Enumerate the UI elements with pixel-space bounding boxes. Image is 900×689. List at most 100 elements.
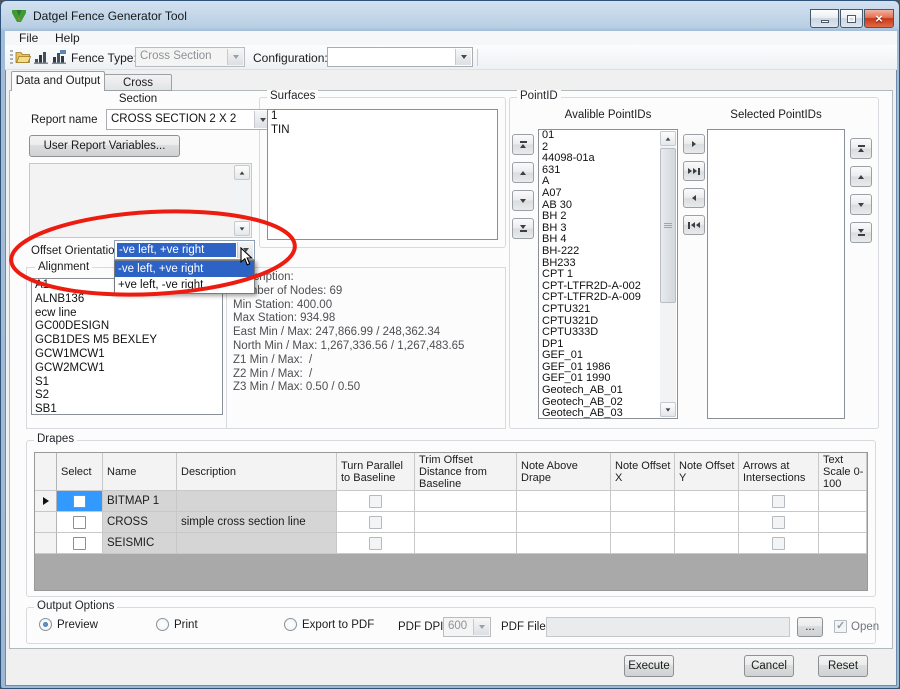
- cancel-button[interactable]: Cancel: [744, 655, 794, 677]
- column-header-note-above-drape[interactable]: Note Above Drape: [517, 453, 611, 491]
- available-move-top-button[interactable]: [512, 134, 534, 155]
- checkbox[interactable]: [772, 537, 785, 550]
- checkbox[interactable]: [73, 495, 86, 508]
- description-cell[interactable]: [177, 533, 337, 554]
- offset-orientation-dropdown-button[interactable]: [237, 242, 253, 258]
- description-cell[interactable]: simple cross section line: [177, 512, 337, 533]
- save-chart-icon[interactable]: [51, 49, 67, 65]
- available-pointids-list[interactable]: 01244098-01a631AA07AB 30BH 2BH 3BH 4BH-2…: [538, 129, 678, 419]
- reset-button[interactable]: Reset: [818, 655, 868, 677]
- offset-orientation-combo[interactable]: -ve left, +ve right: [114, 240, 255, 260]
- note-offset-y-cell[interactable]: [675, 512, 739, 533]
- alignment-item[interactable]: GCB1DES M5 BEXLEY: [32, 334, 222, 348]
- trim-offset-cell[interactable]: [415, 491, 517, 512]
- open-checkbox[interactable]: [834, 620, 847, 633]
- alignment-item[interactable]: S2: [32, 389, 222, 403]
- alignment-item[interactable]: ALNB136: [32, 293, 222, 307]
- note-above-cell[interactable]: [517, 491, 611, 512]
- selected-move-bottom-button[interactable]: [850, 222, 872, 243]
- trim-offset-cell[interactable]: [415, 512, 517, 533]
- note-above-cell[interactable]: [517, 512, 611, 533]
- pointid-item[interactable]: A07: [539, 188, 677, 200]
- pointid-item[interactable]: 01: [539, 130, 677, 142]
- turn-parallel-cell[interactable]: [337, 491, 415, 512]
- pointid-item[interactable]: BH-222: [539, 246, 677, 258]
- row-header[interactable]: [35, 533, 57, 554]
- name-cell[interactable]: CROSS: [103, 512, 177, 533]
- text-scale-cell[interactable]: [819, 533, 867, 554]
- text-scale-cell[interactable]: [819, 491, 867, 512]
- checkbox[interactable]: [369, 495, 382, 508]
- offset-dropdown-option[interactable]: -ve left, +ve right: [115, 261, 254, 277]
- note-offset-x-cell[interactable]: [611, 512, 675, 533]
- close-button[interactable]: ×: [864, 9, 894, 28]
- description-cell[interactable]: [177, 491, 337, 512]
- name-cell[interactable]: BITMAP 1: [103, 491, 177, 512]
- scroll-up-icon[interactable]: [660, 131, 676, 146]
- remove-all-pointids-button[interactable]: [683, 215, 705, 235]
- menu-file[interactable]: File: [13, 31, 44, 45]
- report-variables-scrollbar[interactable]: [234, 165, 250, 236]
- available-move-up-button[interactable]: [512, 162, 534, 183]
- radio-export-to-pdf[interactable]: Export to PDF: [284, 618, 374, 631]
- alignment-item[interactable]: ecw line: [32, 307, 222, 321]
- report-name-combo[interactable]: CROSS SECTION 2 X 2: [106, 109, 272, 130]
- arrows-cell[interactable]: [739, 491, 819, 512]
- offset-dropdown-option[interactable]: +ve left, -ve right: [115, 277, 254, 293]
- user-report-variables-button[interactable]: User Report Variables...: [29, 135, 180, 157]
- maximize-button[interactable]: [840, 9, 863, 28]
- radio-preview[interactable]: Preview: [39, 618, 98, 631]
- selected-pointids-list[interactable]: [707, 129, 845, 419]
- row-header[interactable]: [35, 512, 57, 533]
- checkbox[interactable]: [369, 516, 382, 529]
- select-cell[interactable]: [57, 491, 103, 512]
- save-icon[interactable]: [33, 49, 49, 65]
- checkbox[interactable]: [369, 537, 382, 550]
- scroll-down-icon[interactable]: [660, 402, 676, 417]
- note-offset-x-cell[interactable]: [611, 491, 675, 512]
- column-header-turn-parallel-to-baseline[interactable]: Turn Parallel to Baseline: [337, 453, 415, 491]
- alignment-item[interactable]: GC00DESIGN: [32, 320, 222, 334]
- checkbox[interactable]: [772, 516, 785, 529]
- alignment-item[interactable]: SB1: [32, 403, 222, 415]
- selected-move-top-button[interactable]: [850, 138, 872, 159]
- available-move-down-button[interactable]: [512, 190, 534, 211]
- configuration-dropdown-button[interactable]: [455, 49, 471, 65]
- alignment-item[interactable]: GCW2MCW1: [32, 362, 222, 376]
- note-offset-y-cell[interactable]: [675, 491, 739, 512]
- configuration-combo[interactable]: [327, 47, 473, 67]
- selected-move-down-button[interactable]: [850, 194, 872, 215]
- pointid-item[interactable]: Geotech_AB_01: [539, 385, 677, 397]
- column-header-select[interactable]: Select: [57, 453, 103, 491]
- menu-help[interactable]: Help: [49, 31, 86, 45]
- select-cell[interactable]: [57, 512, 103, 533]
- checkbox[interactable]: [73, 537, 86, 550]
- available-list-scrollbar[interactable]: [660, 131, 676, 417]
- arrows-cell[interactable]: [739, 512, 819, 533]
- turn-parallel-cell[interactable]: [337, 533, 415, 554]
- column-header-description[interactable]: Description: [177, 453, 337, 491]
- scroll-down-icon[interactable]: [234, 221, 250, 236]
- checkbox[interactable]: [772, 495, 785, 508]
- note-above-cell[interactable]: [517, 533, 611, 554]
- pointid-item[interactable]: CPT 1: [539, 269, 677, 281]
- note-offset-y-cell[interactable]: [675, 533, 739, 554]
- pointid-item[interactable]: Geotech_AB_03: [539, 408, 677, 419]
- alignment-list[interactable]: A1ALNB136ecw lineGC00DESIGNGCB1DES M5 BE…: [31, 278, 223, 415]
- select-cell[interactable]: [57, 533, 103, 554]
- turn-parallel-cell[interactable]: [337, 512, 415, 533]
- pointid-item[interactable]: CPTU333D: [539, 327, 677, 339]
- alignment-item[interactable]: GCW1MCW1: [32, 348, 222, 362]
- tab-data-and-output[interactable]: Data and Output: [11, 71, 105, 91]
- column-header-arrows-at-intersections[interactable]: Arrows at Intersections: [739, 453, 819, 491]
- text-scale-cell[interactable]: [819, 512, 867, 533]
- surfaces-list[interactable]: 1TIN: [267, 109, 498, 240]
- column-header-text-scale-0-100[interactable]: Text Scale 0-100: [819, 453, 867, 491]
- column-header-name[interactable]: Name: [103, 453, 177, 491]
- row-header[interactable]: [35, 491, 57, 512]
- alignment-item[interactable]: S1: [32, 376, 222, 390]
- arrows-cell[interactable]: [739, 533, 819, 554]
- note-offset-x-cell[interactable]: [611, 533, 675, 554]
- pointid-item[interactable]: CPTU321: [539, 304, 677, 316]
- execute-button[interactable]: Execute: [624, 655, 674, 677]
